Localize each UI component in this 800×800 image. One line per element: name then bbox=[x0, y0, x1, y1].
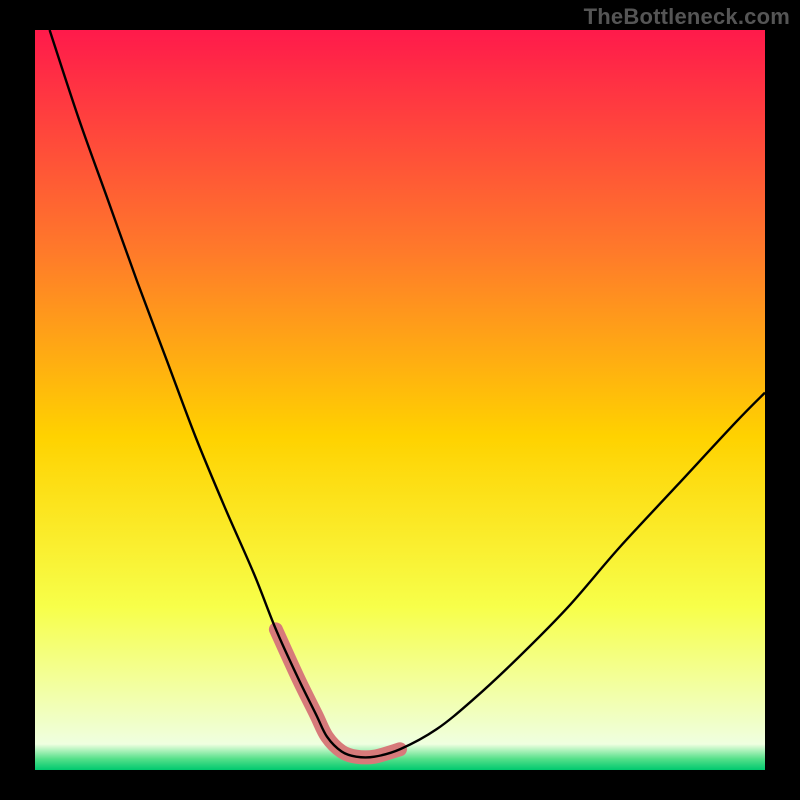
watermark-text: TheBottleneck.com bbox=[584, 4, 790, 30]
bottleneck-plot bbox=[0, 0, 800, 800]
plot-background bbox=[35, 30, 765, 770]
chart-frame: TheBottleneck.com bbox=[0, 0, 800, 800]
